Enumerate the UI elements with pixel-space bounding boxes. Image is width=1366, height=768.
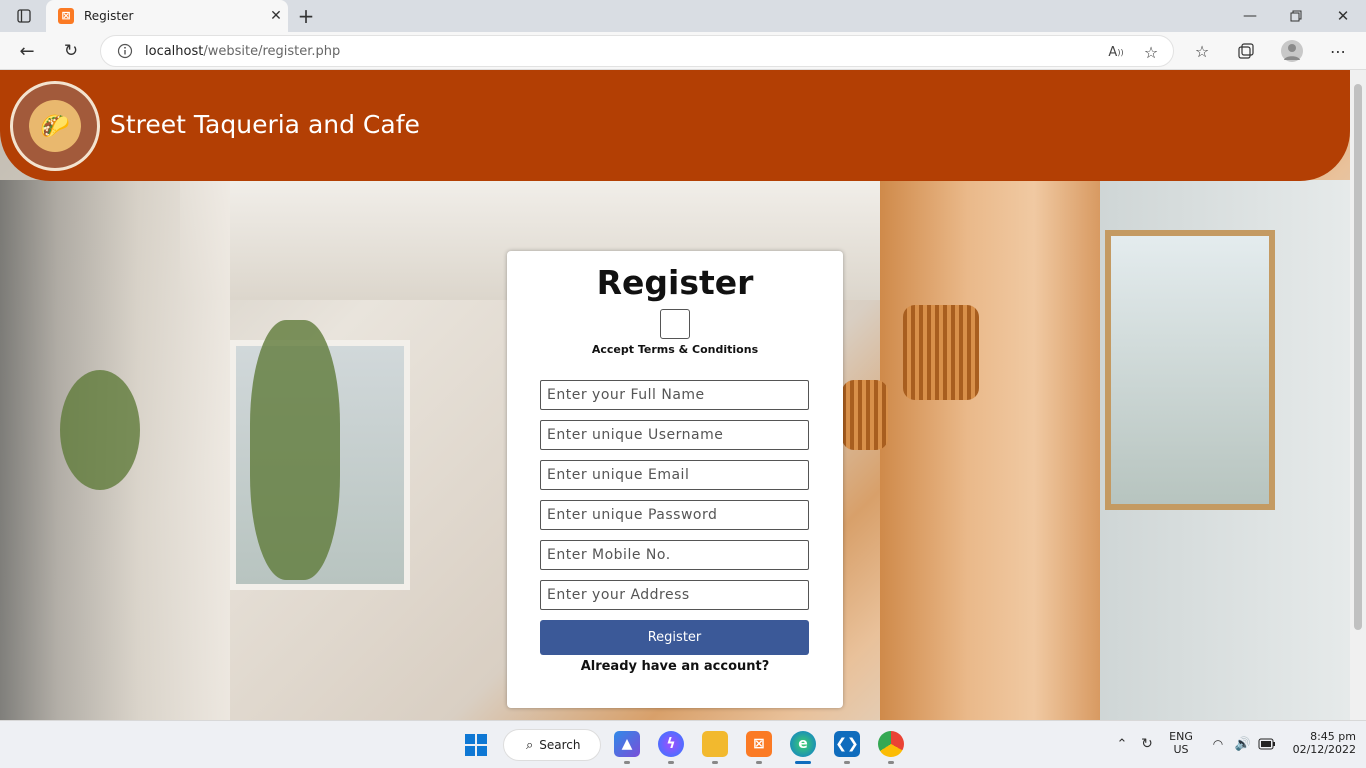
running-indicator <box>844 761 850 764</box>
messenger-icon[interactable]: ϟ <box>658 731 684 757</box>
back-icon[interactable]: ← <box>16 40 38 62</box>
windows-taskbar: ⌕ Search ▲ ϟ ⊠ e ❮❯ ⌃ ↻ ENG US ◠ 🔊 8:45 … <box>0 720 1366 768</box>
email-input[interactable] <box>540 460 809 490</box>
language-line1: ENG <box>1169 730 1193 743</box>
terms-checkbox[interactable] <box>660 309 690 339</box>
close-tab-icon[interactable]: ✕ <box>264 8 288 24</box>
vscode-icon[interactable]: ❮❯ <box>834 731 860 757</box>
background-picture-frame <box>1105 230 1275 510</box>
url-path: /website/register.php <box>203 43 341 59</box>
background-plant <box>250 320 340 580</box>
running-indicator <box>888 761 894 764</box>
terms-label: Accept Terms & Conditions <box>591 343 759 356</box>
restore-icon[interactable] <box>1286 6 1306 26</box>
full-name-input[interactable] <box>540 380 809 410</box>
xampp-icon: ⊠ <box>58 8 74 24</box>
volume-icon[interactable]: 🔊 <box>1234 735 1252 753</box>
tab-actions-icon[interactable] <box>10 6 38 26</box>
page-scrollbar[interactable] <box>1350 70 1366 720</box>
clock-time: 8:45 pm <box>1310 730 1356 743</box>
chrome-icon[interactable] <box>878 731 904 757</box>
chevron-up-icon[interactable]: ⌃ <box>1114 735 1130 753</box>
taco-icon: 🌮 <box>29 100 81 152</box>
background-orange-wall <box>880 180 1100 720</box>
password-input[interactable] <box>540 500 809 530</box>
site-logo[interactable]: 🌮 <box>10 81 100 171</box>
site-brand: Street Taqueria and Cafe <box>110 110 420 139</box>
browser-tab-bar: ⊠ Register ✕ + — ✕ <box>0 0 1366 32</box>
file-explorer-icon[interactable] <box>702 731 728 757</box>
close-window-icon[interactable]: ✕ <box>1333 6 1353 26</box>
minimize-icon[interactable]: — <box>1240 6 1260 26</box>
edge-icon[interactable]: e <box>790 731 816 757</box>
sync-icon[interactable]: ↻ <box>1138 735 1156 753</box>
username-input[interactable] <box>540 420 809 450</box>
more-menu-icon[interactable]: ⋯ <box>1328 41 1348 61</box>
taskbar-search[interactable]: ⌕ Search <box>503 729 601 761</box>
new-tab-icon[interactable]: + <box>294 4 318 28</box>
refresh-icon[interactable]: ↻ <box>60 40 82 62</box>
tab-register[interactable]: ⊠ Register ✕ <box>46 0 288 32</box>
favorites-icon[interactable]: ☆ <box>1192 41 1212 61</box>
language-line2: US <box>1173 743 1189 756</box>
scrollbar-thumb[interactable] <box>1354 84 1362 630</box>
collections-icon[interactable] <box>1236 41 1256 61</box>
address-input[interactable] <box>540 580 809 610</box>
register-button[interactable]: Register <box>540 620 809 655</box>
address-bar[interactable]: localhost/website/register.php A)) ☆ <box>100 35 1174 67</box>
wifi-icon[interactable]: ◠ <box>1210 735 1226 753</box>
running-indicator <box>712 761 718 764</box>
battery-icon[interactable] <box>1258 735 1276 753</box>
start-icon[interactable] <box>464 733 488 757</box>
clock-date: 02/12/2022 <box>1292 743 1356 756</box>
tab-title: Register <box>84 9 134 23</box>
add-favorite-icon[interactable]: ☆ <box>1141 42 1161 62</box>
active-indicator <box>795 761 811 764</box>
register-heading: Register <box>596 263 754 302</box>
site-header: 🌮 Street Taqueria and Cafe <box>0 70 1350 181</box>
background-lamp <box>903 305 979 400</box>
language-indicator[interactable]: ENG US <box>1163 730 1199 756</box>
mobile-input[interactable] <box>540 540 809 570</box>
page-viewport: 🌮 Street Taqueria and Cafe Register Acce… <box>0 70 1350 720</box>
read-aloud-icon[interactable]: A)) <box>1106 42 1126 62</box>
profile-avatar-icon[interactable] <box>1281 40 1303 62</box>
running-indicator <box>624 761 630 764</box>
running-indicator <box>756 761 762 764</box>
running-indicator <box>668 761 674 764</box>
url-host: localhost <box>145 43 204 59</box>
search-label: Search <box>539 738 581 752</box>
register-card: Register Accept Terms & Conditions Regis… <box>507 251 843 708</box>
search-icon: ⌕ <box>526 737 534 753</box>
photos-app-icon[interactable]: ▲ <box>614 731 640 757</box>
clock[interactable]: 8:45 pm 02/12/2022 <box>1286 730 1356 756</box>
xampp-taskbar-icon[interactable]: ⊠ <box>746 731 772 757</box>
login-link[interactable]: Already have an account? <box>507 659 843 674</box>
info-icon[interactable] <box>117 43 133 59</box>
browser-nav-bar: ← ↻ localhost/website/register.php A)) ☆… <box>0 32 1366 70</box>
background-lamp-small <box>842 380 888 450</box>
background-plant-left <box>60 370 140 490</box>
